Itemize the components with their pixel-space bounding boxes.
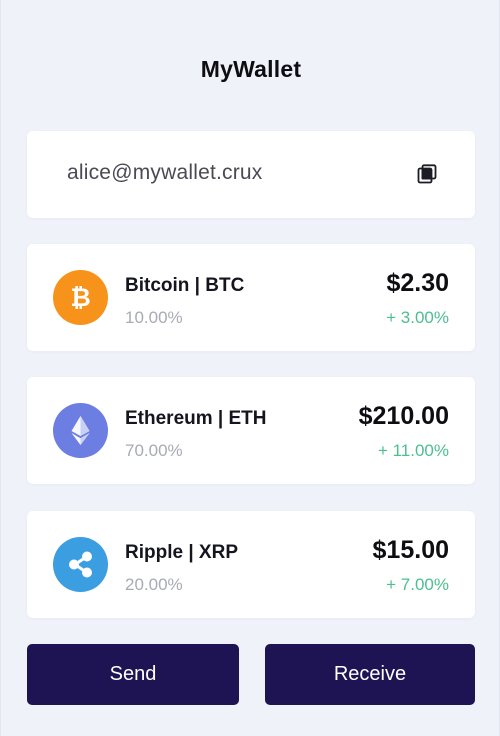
- wallet-address-card: alice@mywallet.crux: [27, 131, 475, 218]
- wallet-address: alice@mywallet.crux: [67, 161, 263, 184]
- asset-card-btc[interactable]: ₿ Bitcoin | BTC 10.00% $2.30 + 3.00%: [27, 244, 475, 351]
- asset-change: + 3.00%: [386, 308, 449, 327]
- asset-name: Bitcoin | BTC: [125, 275, 245, 296]
- asset-percent: 10.00%: [125, 308, 183, 327]
- bitcoin-icon: ₿: [53, 270, 108, 325]
- ripple-icon: [53, 537, 108, 592]
- asset-value: $15.00: [372, 536, 449, 564]
- asset-name: Ethereum | ETH: [125, 408, 267, 429]
- send-button[interactable]: Send: [27, 644, 239, 705]
- asset-value: $2.30: [386, 269, 449, 297]
- asset-change: + 11.00%: [377, 441, 449, 460]
- asset-percent: 20.00%: [125, 575, 183, 594]
- asset-change: + 7.00%: [386, 575, 449, 594]
- copy-icon[interactable]: [415, 162, 439, 186]
- asset-name: Ripple | XRP: [125, 542, 238, 563]
- app-title: MyWallet: [200, 56, 302, 82]
- app-frame: MyWallet alice@mywallet.crux ₿ Bitcoin |…: [0, 0, 500, 736]
- asset-card-eth[interactable]: Ethereum | ETH 70.00% $210.00 + 11.00%: [27, 377, 475, 484]
- svg-text:₿: ₿: [70, 283, 90, 312]
- ethereum-icon: [53, 403, 108, 458]
- asset-percent: 70.00%: [125, 441, 183, 460]
- receive-button[interactable]: Receive: [265, 644, 475, 705]
- asset-card-xrp[interactable]: Ripple | XRP 20.00% $15.00 + 7.00%: [27, 511, 475, 618]
- asset-value: $210.00: [358, 402, 449, 430]
